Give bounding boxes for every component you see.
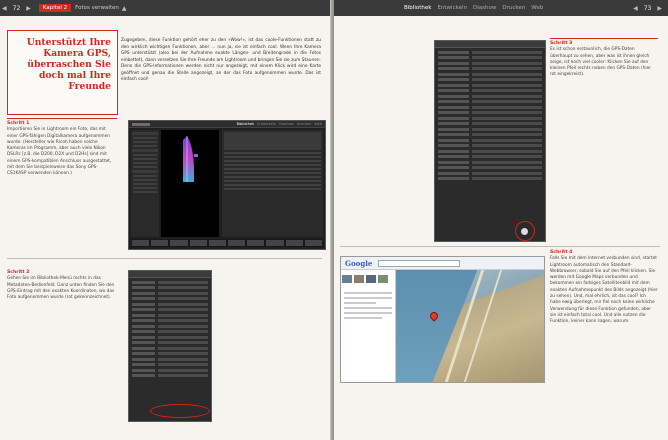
lightroom-module-bar: Bibliothek Entwickeln Diashow Drucken We… [129, 121, 325, 128]
step-2-text: Gehen Sie im Bibliothek-Menü rechts in d… [7, 276, 115, 301]
step-2: Schritt 2 Gehen Sie im Bibliothek-Menü r… [7, 270, 117, 301]
section-label: Fotos verwalten [75, 5, 119, 11]
module-tab-bibliothek: Bibliothek [404, 5, 432, 11]
google-logo: Google [345, 258, 373, 268]
prev-arrow-icon: ◀ [633, 4, 638, 12]
lightroom-filmstrip [131, 239, 323, 247]
section-divider [340, 246, 660, 247]
gps-arrow-highlight-circle [515, 221, 535, 241]
next-arrow-icon: ▶ [657, 4, 662, 12]
gps-highlight-circle [150, 404, 210, 418]
module-tab-entwickeln: Entwickeln [437, 5, 467, 11]
step-4: Schritt 4 Falls Sie mit dem Internet ver… [550, 250, 658, 326]
metadata-panel-header [129, 271, 211, 278]
running-head-left: ◀ 72 ▶ Kapitel 2 Fotos verwalten ▲ [0, 0, 332, 16]
lightroom-left-panel [131, 130, 159, 237]
google-maps-toolbar: Google [341, 257, 544, 270]
step-3-text: Es ist schon erstaunlich, die GPS-Daten … [550, 47, 652, 78]
lr-module-web: Web [314, 122, 322, 126]
step-1: Schritt 1 Importieren Sie in Lightroom e… [7, 121, 117, 178]
metadata-gps-screenshot [434, 40, 546, 242]
metadata-header [435, 41, 545, 48]
page-number-right: 73 [643, 4, 652, 12]
book-spread: ◀ 72 ▶ Kapitel 2 Fotos verwalten ▲ Unter… [0, 0, 668, 440]
maps-search-input [378, 259, 461, 267]
page-headline: Unterstützt Ihre Kamera GPS, überraschen… [26, 37, 111, 92]
burj-al-arab-photo [183, 136, 198, 182]
chapter-label: Kapitel 2 [38, 4, 72, 12]
prev-arrow-icon: ◀ [2, 4, 7, 12]
lightroom-logo [132, 122, 150, 126]
lr-module-drucken: Drucken [296, 122, 312, 126]
left-page: ◀ 72 ▶ Kapitel 2 Fotos verwalten ▲ Unter… [0, 0, 332, 440]
module-tab-web: Web [531, 5, 544, 11]
metadata-panel-screenshot [128, 270, 212, 422]
satellite-map [396, 270, 544, 382]
lr-module-bibliothek: Bibliothek [236, 122, 255, 126]
page-number-left: 72 [12, 4, 21, 12]
module-tab-drucken: Drucken [502, 5, 526, 11]
lightroom-module-picker: Bibliothek Entwickeln Diashow Drucken We… [237, 122, 322, 126]
eject-icon: ▲ [121, 4, 127, 12]
section-divider [7, 258, 322, 259]
maps-sidebar [341, 270, 396, 382]
google-maps-screenshot: Google [340, 256, 545, 383]
intro-paragraph: Zugegeben, diese Funktion gehört eher zu… [121, 38, 321, 82]
module-tabs: Bibliothek Entwickeln Diashow Drucken We… [404, 5, 543, 11]
module-tab-diashow: Diashow [473, 5, 497, 11]
step-rule [7, 118, 117, 119]
step-4-text: Falls Sie mit dem Internet verbunden sin… [550, 256, 658, 325]
lightroom-screenshot: Bibliothek Entwickeln Diashow Drucken We… [128, 120, 326, 250]
running-head-right: Bibliothek Entwickeln Diashow Drucken We… [334, 0, 668, 16]
right-page: Bibliothek Entwickeln Diashow Drucken We… [334, 0, 668, 440]
page-number-right-wrap: ◀ 73 ▶ [631, 5, 664, 12]
lr-module-diashow: Diashow [278, 122, 294, 126]
step-3: Schritt 3 Es ist schon erstaunlich, die … [550, 41, 658, 79]
lightroom-right-panel [222, 130, 323, 237]
lightroom-photo-view [161, 130, 219, 237]
lr-module-entwickeln: Entwickeln [257, 122, 276, 126]
step-1-text: Importieren Sie in Lightroom ein Foto, d… [7, 127, 112, 177]
headline-box: Unterstützt Ihre Kamera GPS, überraschen… [7, 30, 118, 115]
step-rule [550, 38, 658, 39]
next-arrow-icon: ▶ [26, 4, 31, 12]
